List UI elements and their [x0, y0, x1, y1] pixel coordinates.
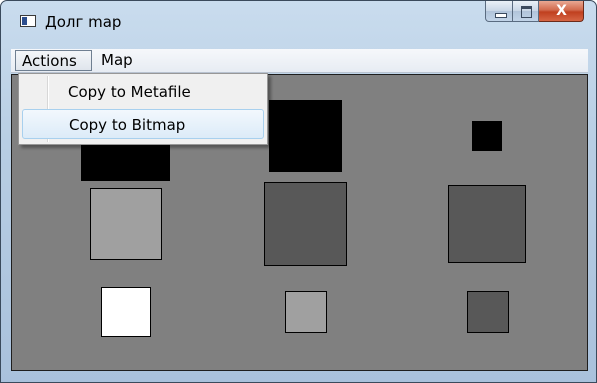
- maximize-icon: [521, 6, 532, 18]
- square-r2-c2: [264, 182, 347, 266]
- caption-buttons: X: [485, 1, 584, 23]
- window-title: Долг map: [45, 13, 122, 31]
- square-r3-c2: [285, 291, 327, 333]
- close-icon: X: [556, 3, 567, 19]
- square-r2-c3: [448, 185, 526, 263]
- close-button[interactable]: X: [539, 1, 584, 22]
- menu-item-copy-to-bitmap[interactable]: Copy to Bitmap: [22, 109, 264, 139]
- minimize-button[interactable]: [485, 1, 513, 22]
- square-r1-c1: [81, 143, 170, 181]
- square-r1-c2: [269, 100, 342, 172]
- menu-actions[interactable]: Actions: [15, 50, 92, 71]
- square-r2-c1: [90, 188, 162, 260]
- menu-bar: Actions Map: [11, 49, 588, 73]
- menu-item-copy-to-metafile[interactable]: Copy to Metafile: [22, 77, 264, 107]
- maximize-button[interactable]: [513, 1, 539, 22]
- actions-dropdown-menu: Copy to Metafile Copy to Bitmap: [18, 73, 268, 145]
- title-bar[interactable]: Долг map X: [1, 1, 596, 43]
- app-window: Долг map X Actions Map Copy to Metafile …: [0, 0, 597, 383]
- minimize-icon: [495, 13, 507, 18]
- square-r3-c1: [101, 287, 151, 337]
- square-r3-c3: [467, 291, 509, 333]
- menu-map[interactable]: Map: [95, 50, 149, 71]
- app-icon[interactable]: [20, 15, 36, 27]
- square-r1-c3: [472, 121, 502, 151]
